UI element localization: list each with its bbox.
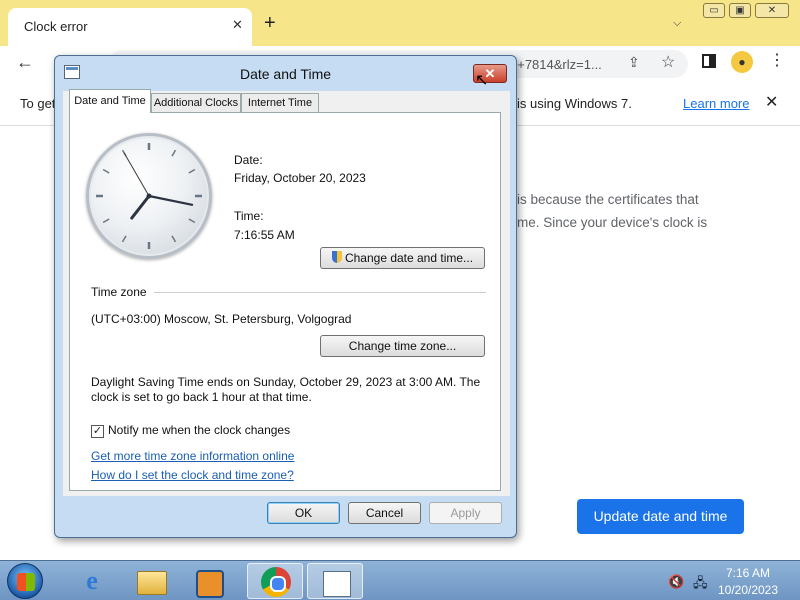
time-zone-divider: [154, 292, 486, 293]
start-orb-icon[interactable]: [7, 563, 43, 599]
date-value: Friday, October 20, 2023: [234, 171, 366, 185]
time-zone-value: (UTC+03:00) Moscow, St. Petersburg, Volg…: [91, 312, 352, 326]
share-icon[interactable]: ⇪: [628, 54, 640, 71]
tab-additional-clocks[interactable]: Additional Clocks: [151, 93, 241, 113]
kebab-menu-icon[interactable]: ⋮: [769, 52, 785, 70]
clock-minute-hand: [147, 194, 194, 206]
cancel-button[interactable]: Cancel: [348, 502, 421, 524]
date-label: Date:: [234, 153, 263, 167]
browser-titlebar: Clock error ✕ + ⌵ ▭ ▣ ✕: [0, 0, 800, 46]
network-icon[interactable]: 🖧: [693, 574, 708, 596]
tab-close-icon[interactable]: ✕: [232, 17, 243, 33]
infobar-close-icon[interactable]: ✕: [765, 92, 778, 112]
time-zone-info-link[interactable]: Get more time zone information online: [91, 449, 294, 463]
dialog-body: Date and Time Additional Clocks Internet…: [63, 89, 510, 496]
dst-notice-line: Daylight Saving Time ends on Sunday, Oct…: [91, 375, 481, 389]
clock-center-cap: [146, 193, 152, 199]
clock-hour-hand: [130, 194, 151, 220]
clock-dial: [96, 143, 202, 249]
date-time-dialog: Date and Time ✕ ↖ Date and Time Addition…: [54, 55, 517, 538]
ok-button[interactable]: OK: [267, 502, 340, 524]
time-label: Time:: [234, 209, 264, 223]
tray-clock-time[interactable]: 7:16 AM: [710, 566, 786, 580]
tab-internet-time[interactable]: Internet Time: [241, 93, 319, 113]
change-date-time-button[interactable]: Change date and time...: [320, 247, 485, 269]
error-explanation-line: is because the certificates that: [517, 192, 699, 207]
url-text: 8+7814&rlz=1...: [510, 57, 602, 72]
clock-hour-tick: [102, 218, 110, 224]
browser-tab[interactable]: Clock error ✕: [8, 8, 252, 46]
file-explorer-icon[interactable]: [122, 563, 178, 599]
profile-avatar-icon[interactable]: ●: [731, 51, 753, 73]
clock-hour-tick: [102, 168, 110, 174]
how-to-set-clock-link[interactable]: How do I set the clock and time zone?: [91, 468, 294, 482]
analog-clock: [86, 133, 212, 259]
internet-explorer-icon[interactable]: e: [64, 563, 120, 599]
clock-hour-tick: [121, 235, 127, 243]
change-date-time-label: Change date and time...: [344, 251, 474, 265]
mouse-cursor-icon: ↖: [475, 72, 489, 89]
update-date-time-button[interactable]: Update date and time: [577, 499, 744, 534]
notify-clock-change-label[interactable]: Notify me when the clock changes: [108, 423, 290, 437]
window-close-button[interactable]: ✕: [755, 3, 789, 18]
time-value: 7:16:55 AM: [234, 228, 295, 242]
tray-clock-date[interactable]: 10/20/2023: [710, 583, 786, 597]
error-explanation-line: me. Since your device's clock is: [517, 215, 708, 230]
volume-muted-icon[interactable]: 🔇: [668, 574, 684, 590]
minimize-button[interactable]: ▭: [703, 3, 725, 18]
windows-taskbar: e 🔇 🖧 7:16 AM 10/20/2023: [0, 560, 800, 600]
clock-hour-tick: [171, 149, 177, 157]
date-time-icon[interactable]: [307, 563, 363, 599]
tab-search-chevron-icon[interactable]: ⌵: [673, 17, 681, 30]
chrome-icon[interactable]: [247, 563, 303, 599]
maximize-button[interactable]: ▣: [729, 3, 751, 18]
infobar-text-end: is using Windows 7.: [517, 96, 632, 111]
change-time-zone-button[interactable]: Change time zone...: [320, 335, 485, 357]
apply-button[interactable]: Apply: [429, 502, 502, 524]
dst-notice-line: clock is set to go back 1 hour at that t…: [91, 390, 312, 404]
back-arrow-icon[interactable]: ←: [16, 52, 34, 73]
bookmark-star-icon[interactable]: ☆: [661, 52, 675, 72]
clock-hour-tick: [188, 168, 196, 174]
tab-date-and-time[interactable]: Date and Time: [69, 89, 151, 113]
date-time-tab-panel: Date: Friday, October 20, 2023 Time: 7:1…: [69, 112, 501, 491]
clock-hour-tick: [188, 218, 196, 224]
infobar-text-start: To get: [20, 96, 56, 111]
dialog-title: Date and Time: [239, 66, 332, 82]
time-zone-heading: Time zone: [91, 285, 147, 299]
learn-more-link[interactable]: Learn more: [683, 96, 749, 111]
tab-title: Clock error: [24, 19, 88, 34]
new-tab-button[interactable]: +: [264, 13, 276, 33]
clock-hour-tick: [171, 235, 177, 243]
media-player-icon[interactable]: [180, 563, 236, 599]
side-panel-icon[interactable]: [702, 54, 716, 68]
clock-second-hand: [123, 152, 150, 197]
notify-clock-change-checkbox[interactable]: ✓: [91, 425, 104, 438]
uac-shield-icon: [331, 251, 342, 263]
